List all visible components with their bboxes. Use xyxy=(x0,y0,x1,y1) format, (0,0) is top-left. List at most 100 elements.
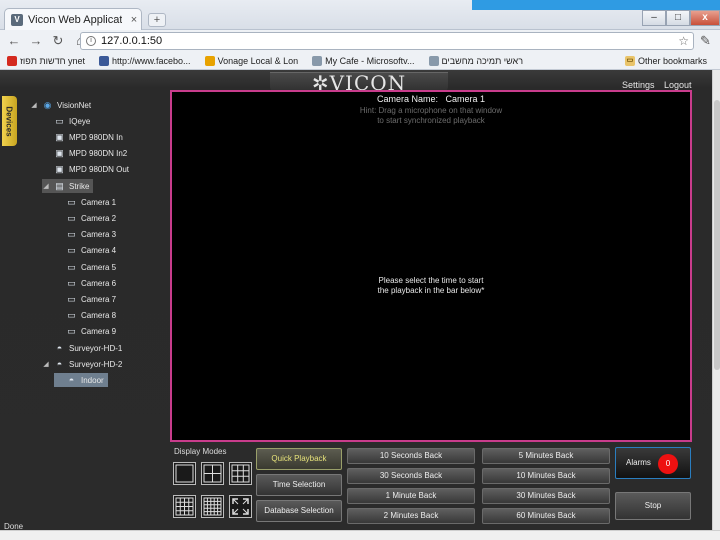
bookmark-label: חדשות תפוז ynet xyxy=(20,55,86,66)
alarms-button[interactable]: Alarms 0 xyxy=(615,447,691,479)
address-bar[interactable]: i 127.0.0.1:50 ☆ xyxy=(80,32,694,50)
tree-node-label: Camera 9 xyxy=(81,327,117,337)
camera-icon: ▭ xyxy=(67,277,76,288)
browser-tab[interactable]: V Vicon Web Application × xyxy=(4,8,142,30)
logout-link[interactable]: Logout xyxy=(664,80,692,90)
expand-arrow-icon[interactable]: ◢ xyxy=(30,101,38,109)
bookmark-item[interactable]: http://www.facebo... xyxy=(92,52,198,70)
seek-back-button[interactable]: 10 Minutes Back xyxy=(482,468,610,484)
other-bookmarks[interactable]: ▭ Other bookmarks xyxy=(618,52,714,70)
seek-back-button[interactable]: 30 Minutes Back xyxy=(482,488,610,504)
bookmark-label: My Cafe - Microsoftv... xyxy=(325,55,415,66)
seek-back-button[interactable]: 5 Minutes Back xyxy=(482,448,610,464)
database-selection-button[interactable]: Database Selection xyxy=(256,500,342,522)
layout-3x3-button[interactable] xyxy=(229,462,252,485)
recorder-icon: ▤ xyxy=(55,180,64,191)
new-tab-button[interactable]: + xyxy=(148,13,166,27)
minimize-button[interactable]: – xyxy=(642,10,666,26)
tree-node[interactable]: ▭ Camera 7 xyxy=(54,292,116,306)
tree-node[interactable]: ◢ ◓ Surveyor-HD-2 xyxy=(42,357,122,371)
seek-back-button[interactable]: 30 Seconds Back xyxy=(347,468,475,484)
vicon-favicon-icon: V xyxy=(11,13,23,26)
camera-icon: ▭ xyxy=(67,261,76,272)
fullscreen-button[interactable] xyxy=(229,495,252,518)
tree-node-label: Camera 4 xyxy=(81,246,117,256)
tree-node[interactable]: ◓ Surveyor-HD-1 xyxy=(42,341,123,355)
devices-side-tab[interactable]: Devices xyxy=(2,96,17,146)
window-controls: – □ x xyxy=(642,10,720,26)
quick-playback-button[interactable]: Quick Playback xyxy=(256,448,342,470)
alarms-label: Alarms xyxy=(626,458,651,467)
tree-node[interactable]: ▭ Camera 5 xyxy=(54,260,116,274)
folder-icon: ▭ xyxy=(624,56,635,66)
wrench-menu-icon[interactable]: ✎ xyxy=(700,33,711,49)
layout-4x4-icon xyxy=(175,497,194,516)
bookmark-item[interactable]: חדשות תפוז ynet xyxy=(0,52,92,70)
page-info-icon[interactable]: i xyxy=(86,36,96,46)
camera-icon: ▭ xyxy=(67,310,76,321)
tree-node[interactable]: ◢ ▤ Strike xyxy=(42,179,94,193)
expand-arrow-icon[interactable]: ◢ xyxy=(42,182,50,190)
bookmark-star-icon[interactable]: ☆ xyxy=(678,34,689,48)
layout-5x5-button[interactable] xyxy=(201,495,224,518)
display-modes-label: Display Modes xyxy=(174,447,227,456)
fullscreen-icon xyxy=(232,498,249,515)
bookmark-item[interactable]: Vonage Local & Lon xyxy=(198,52,306,70)
tree-node[interactable]: ▭ Camera 2 xyxy=(54,211,116,225)
scrollbar-thumb[interactable] xyxy=(714,100,720,370)
tree-node[interactable]: ▭ Camera 8 xyxy=(54,309,116,323)
tree-node[interactable]: ◓ Indoor xyxy=(54,373,108,388)
dome-icon: ◓ xyxy=(68,374,75,385)
tree-node-label: Camera 3 xyxy=(81,230,117,240)
bookmark-item[interactable]: ראשי תמיכה מחשבים xyxy=(422,52,531,70)
tree-node[interactable]: ▣ MPD 980DN Out xyxy=(42,163,129,177)
time-selection-button[interactable]: Time Selection xyxy=(256,474,342,496)
seek-back-button[interactable]: 60 Minutes Back xyxy=(482,508,610,524)
vertical-scrollbar[interactable] xyxy=(712,70,720,530)
tab-close-icon[interactable]: × xyxy=(127,14,141,26)
tree-node[interactable]: ◢ ◉ VisionNet xyxy=(30,98,91,112)
other-bookmarks-label: Other bookmarks xyxy=(637,56,707,66)
stop-button[interactable]: Stop xyxy=(615,492,691,520)
tree-node[interactable]: ▭ Camera 6 xyxy=(54,276,116,290)
reload-icon[interactable]: ↻ xyxy=(48,32,68,50)
bookmark-item[interactable]: My Cafe - Microsoftv... xyxy=(305,52,421,70)
layout-1x1-button[interactable] xyxy=(173,462,196,485)
hint-line-1: Hint: Drag a microphone on that window xyxy=(359,106,503,115)
tree-node-label: IQeye xyxy=(69,116,91,126)
camera-icon: ▭ xyxy=(67,245,76,256)
video-viewport[interactable]: Camera Name: Camera 1 Hint: Drag a micro… xyxy=(170,90,692,442)
forward-arrow-icon[interactable]: → xyxy=(26,32,46,50)
tree-node-label: MPD 980DN In xyxy=(69,132,123,142)
bookmark-label: ראשי תמיכה מחשבים xyxy=(441,55,524,66)
tree-node[interactable]: ▭ Camera 1 xyxy=(54,195,116,209)
device-icon: ▣ xyxy=(55,131,64,142)
layout-3x3-icon xyxy=(231,464,250,483)
horizontal-scrollbar[interactable] xyxy=(0,530,720,540)
seek-back-button[interactable]: 1 Minute Back xyxy=(347,488,475,504)
address-url: 127.0.0.1:50 xyxy=(101,35,163,47)
tree-node[interactable]: ▭ Camera 4 xyxy=(54,244,116,258)
tree-node[interactable]: ▭ IQeye xyxy=(42,114,90,128)
close-window-button[interactable]: x xyxy=(690,10,720,26)
layout-2x2-button[interactable] xyxy=(201,462,224,485)
tree-node-label: Camera 1 xyxy=(81,197,117,207)
message-line-1: Please select the time to start xyxy=(378,276,484,285)
alarm-count-badge: 0 xyxy=(658,454,678,474)
maximize-button[interactable]: □ xyxy=(666,10,690,26)
expand-arrow-icon[interactable]: ◢ xyxy=(42,360,50,368)
camera-name-label: Camera Name: xyxy=(376,94,438,104)
camera-icon: ▭ xyxy=(67,326,76,337)
settings-link[interactable]: Settings xyxy=(622,80,655,90)
tree-node-label: Surveyor-HD-1 xyxy=(69,343,123,353)
seek-back-button[interactable]: 10 Seconds Back xyxy=(347,448,475,464)
facebook-icon xyxy=(99,55,110,66)
tree-node[interactable]: ▣ MPD 980DN In xyxy=(42,130,123,144)
tree-node[interactable]: ▣ MPD 980DN In2 xyxy=(42,147,127,161)
device-icon: ▣ xyxy=(55,148,64,159)
layout-4x4-button[interactable] xyxy=(173,495,196,518)
seek-back-button[interactable]: 2 Minutes Back xyxy=(347,508,475,524)
back-arrow-icon[interactable]: ← xyxy=(4,32,24,50)
tree-node[interactable]: ▭ Camera 9 xyxy=(54,325,116,339)
tree-node[interactable]: ▭ Camera 3 xyxy=(54,228,116,242)
